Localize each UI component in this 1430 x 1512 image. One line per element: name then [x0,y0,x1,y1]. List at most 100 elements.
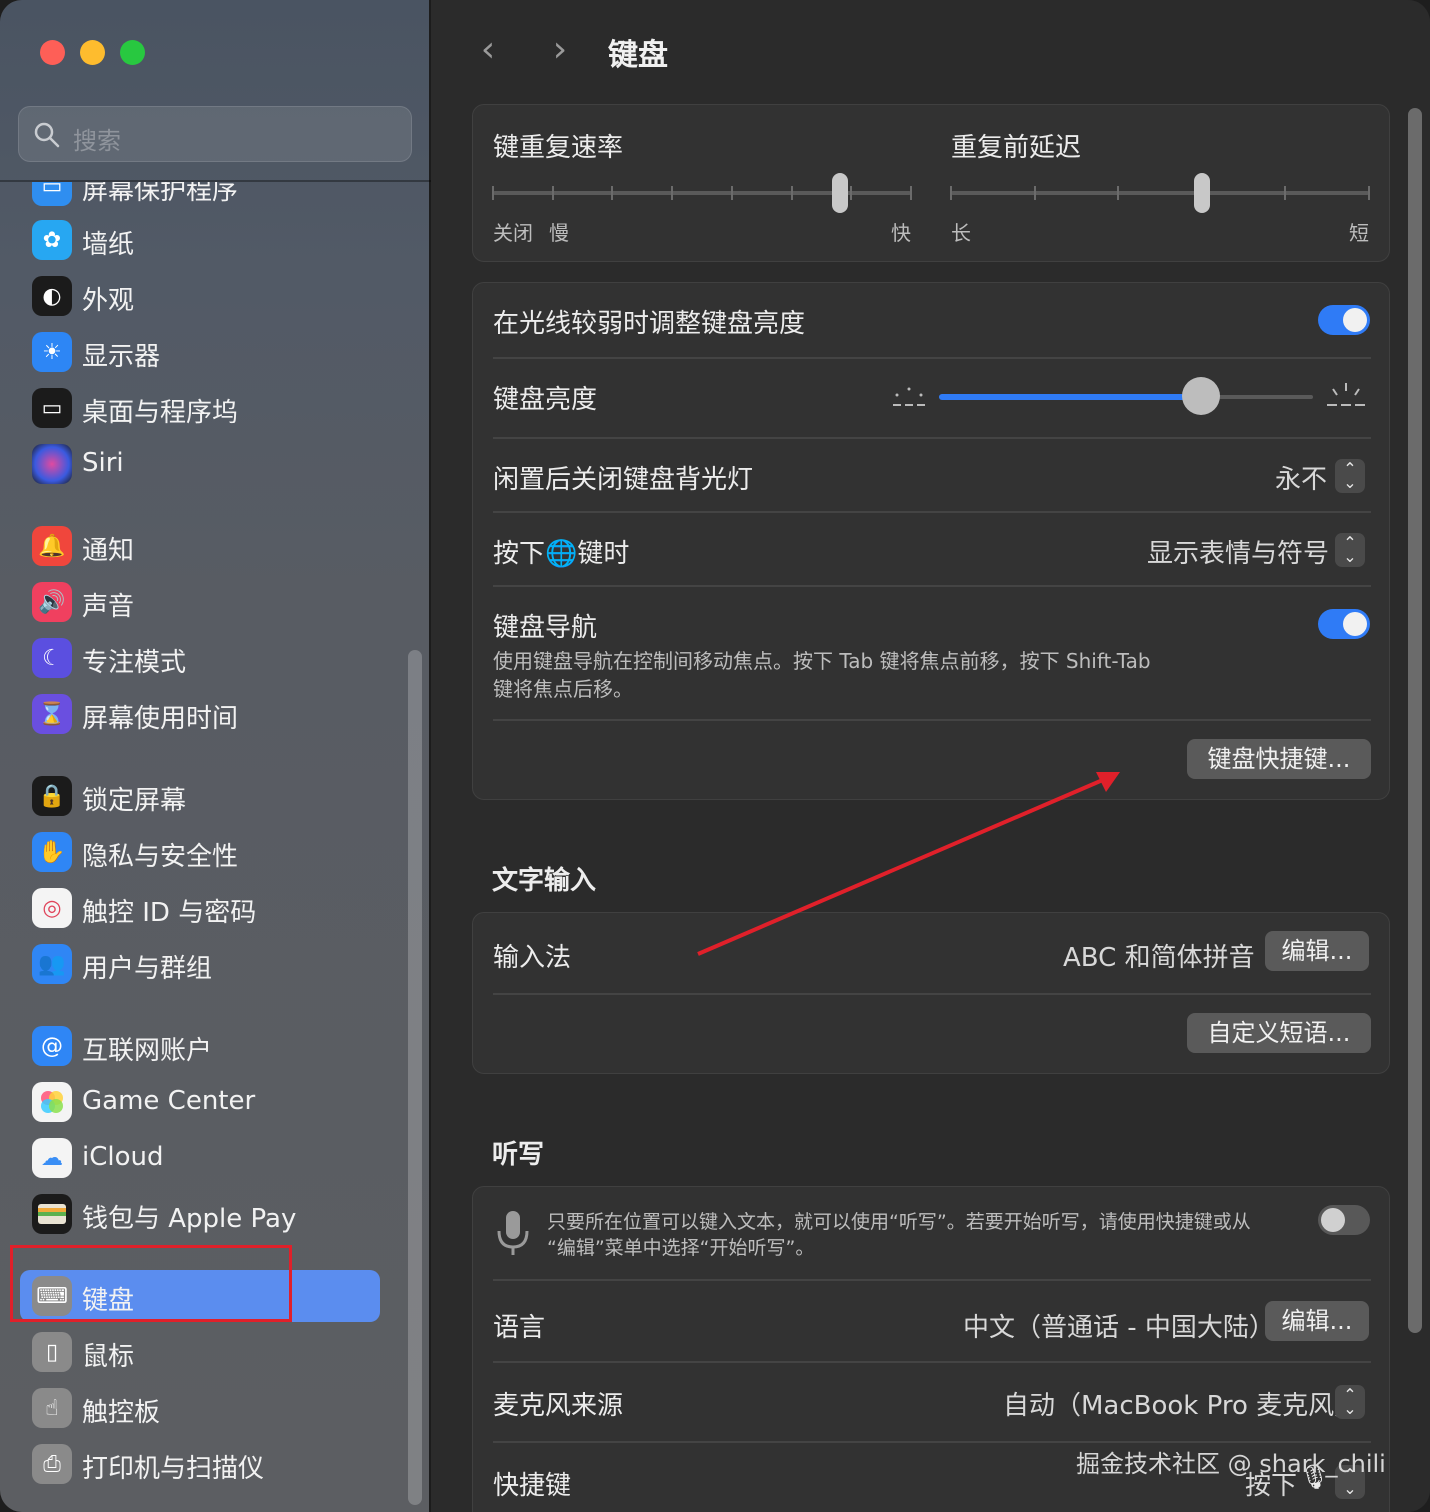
slider-tick [1368,186,1370,200]
keyboard-brightness-thumb[interactable] [1182,377,1220,415]
sidebar-item-wallpaper[interactable]: ✿ 墙纸 [20,214,380,266]
dictation-toggle[interactable] [1318,1205,1370,1235]
rate-tick-slow: 慢 [549,221,569,245]
highlight-box [10,1245,292,1322]
rate-tick-fast: 快 [891,221,911,245]
sidebar-item-lock-screen[interactable]: 🔒 锁定屏幕 [20,770,380,822]
text-replacements-button[interactable]: 自定义短语... [1187,1013,1371,1053]
row-separator [493,993,1371,995]
dictation-language-value: 中文（普通话 - 中国大陆） [963,1313,1275,1343]
sidebar: 搜索 ▭ 屏幕保护程序 ✿ 墙纸 ◐ 外观 ☀ 显示器 ▭ 桌面与程序坞 Sir… [0,0,431,1512]
keyboard-brightness-fill [939,394,1201,400]
backlight-idle-stepper[interactable]: ⌃ ⌄ [1335,459,1365,493]
globe-key-value[interactable]: 显示表情与符号 [1147,533,1329,570]
fingerprint-icon: ◎ [32,888,72,928]
repeat-delay-thumb[interactable] [1193,173,1210,213]
sidebar-item-label: 鼠标 [82,1342,135,1372]
game-center-icon [32,1082,72,1122]
sidebar-item-label: 声音 [82,592,135,622]
sidebar-item-wallet[interactable]: 钱包与 Apple Pay [20,1188,380,1240]
sidebar-item-sound[interactable]: 🔊 声音 [20,576,380,628]
sidebar-item-label: 触控 ID 与密码 [82,898,257,928]
globe-key-label: 按下🌐键时 [493,539,630,569]
sidebar-item-label: 屏幕保护程序 [82,182,239,206]
auto-brightness-label: 在光线较弱时调整键盘亮度 [493,309,806,339]
sidebar-item-notifications[interactable]: 🔔 通知 [20,520,380,572]
input-sources-label: 输入法 [493,943,572,973]
delay-tick-short: 短 [1349,221,1369,245]
slider-tick [671,186,673,200]
slider-tick [611,186,613,200]
row-separator [493,585,1371,587]
sidebar-item-display[interactable]: ☀ 显示器 [20,326,380,378]
main-scrollbar[interactable] [1408,108,1422,1333]
sidebar-item-users[interactable]: 👥 用户与群组 [20,938,380,990]
mouse-icon: ▯ [32,1332,72,1372]
sidebar-item-siri[interactable]: Siri [20,438,380,490]
backlight-card: 在光线较弱时调整键盘亮度 键盘亮度 闲置后关闭键盘背光灯 永不 ⌃ ⌄ 按下🌐键时… [472,282,1390,800]
sidebar-item-internet-accounts[interactable]: @ 互联网账户 [20,1020,380,1072]
sidebar-item-screensaver[interactable]: ▭ 屏幕保护程序 [20,182,380,212]
slider-tick [492,186,494,200]
slider-tick [552,186,554,200]
sidebar-item-trackpad[interactable]: ☝ 触控板 [20,1382,380,1434]
search-field[interactable]: 搜索 [18,106,412,162]
repeat-card: 键重复速率 关闭 慢 快 重复前延迟 长 短 [472,104,1390,262]
brightness-low-icon [893,387,925,406]
brightness-high-icon [1327,383,1365,406]
slider-tick [1284,186,1286,200]
repeat-delay-slider[interactable] [951,191,1369,195]
display-icon: ☀ [32,332,72,372]
globe-key-stepper[interactable]: ⌃ ⌄ [1335,533,1365,567]
sidebar-scrollbar[interactable] [408,650,422,1505]
lock-screen-icon: 🔒 [32,776,72,816]
page-title: 键盘 [608,38,668,73]
backlight-idle-label: 闲置后关闭键盘背光灯 [493,465,754,495]
sidebar-item-label: 屏幕使用时间 [82,704,239,734]
rate-tick-off: 关闭 [493,221,533,245]
forward-button[interactable]: › [540,30,580,70]
input-sources-edit-button[interactable]: 编辑... [1265,931,1369,971]
keyboard-navigation-description-2: 键将焦点后移。 [493,677,633,701]
users-icon: 👥 [32,944,72,984]
appearance-icon: ◐ [32,276,72,316]
keyboard-navigation-label: 键盘导航 [493,613,598,643]
printer-icon: ⎙ [32,1444,72,1484]
keyboard-shortcuts-button[interactable]: 键盘快捷键... [1187,739,1371,779]
keyboard-navigation-toggle[interactable] [1318,609,1370,639]
minimize-button[interactable] [80,40,105,65]
search-icon [34,122,60,148]
sidebar-item-desktop-dock[interactable]: ▭ 桌面与程序坞 [20,382,380,434]
dictation-shortcut-label: 快捷键 [493,1471,572,1501]
microphone-source-stepper[interactable]: ⌃ ⌄ [1335,1385,1365,1419]
key-repeat-rate-slider[interactable] [493,191,911,195]
sidebar-item-appearance[interactable]: ◐ 外观 [20,270,380,322]
sidebar-item-label: Game Center [82,1086,256,1116]
row-separator [493,719,1371,721]
sidebar-item-screen-time[interactable]: ⌛ 屏幕使用时间 [20,688,380,740]
key-repeat-rate-thumb[interactable] [831,173,848,213]
sidebar-item-privacy[interactable]: ✋ 隐私与安全性 [20,826,380,878]
sidebar-item-game-center[interactable]: Game Center [20,1076,380,1128]
auto-brightness-toggle[interactable] [1318,305,1370,335]
dictation-language-edit-button[interactable]: 编辑... [1265,1301,1369,1341]
microphone-icon [497,1211,529,1255]
desktop-dock-icon: ▭ [32,388,72,428]
back-button[interactable]: ‹ [468,30,508,70]
watermark: 掘金技术社区 @ shark_chili [1076,1450,1386,1478]
sidebar-item-label: 互联网账户 [82,1036,213,1066]
backlight-idle-value[interactable]: 永不 [1275,459,1327,496]
sidebar-item-label: 用户与群组 [82,954,213,984]
sidebar-item-printers[interactable]: ⎙ 打印机与扫描仪 [20,1438,380,1490]
sidebar-item-icloud[interactable]: ☁ iCloud [20,1132,380,1184]
sidebar-item-label: 墙纸 [82,230,135,260]
zoom-button[interactable] [120,40,145,65]
close-button[interactable] [40,40,65,65]
slider-tick [1034,186,1036,200]
sidebar-item-mouse[interactable]: ▯ 鼠标 [20,1326,380,1378]
sidebar-item-label: 显示器 [82,342,161,372]
sidebar-item-focus[interactable]: ☾ 专注模式 [20,632,380,684]
sidebar-item-touch-id[interactable]: ◎ 触控 ID 与密码 [20,882,380,934]
notification-icon: 🔔 [32,526,72,566]
microphone-source-value[interactable]: 自动（MacBook Pro 麦克风） [1003,1385,1360,1422]
